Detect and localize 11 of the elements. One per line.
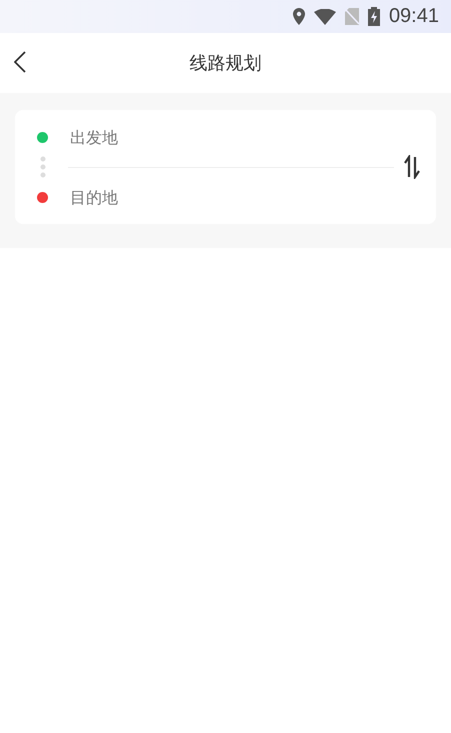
back-button[interactable] bbox=[14, 51, 26, 75]
no-sim-icon bbox=[344, 8, 359, 25]
wifi-icon bbox=[314, 8, 336, 24]
status-time: 09:41 bbox=[388, 5, 439, 28]
page-title: 线路规划 bbox=[190, 52, 262, 75]
location-field[interactable]: 出发地 bbox=[70, 126, 220, 148]
location-field[interactable]: 目的地 bbox=[70, 186, 220, 208]
dotted-connector-icon bbox=[40, 156, 46, 178]
swap-button[interactable] bbox=[404, 155, 420, 179]
battery-icon bbox=[368, 7, 380, 26]
location-icon bbox=[292, 8, 305, 25]
